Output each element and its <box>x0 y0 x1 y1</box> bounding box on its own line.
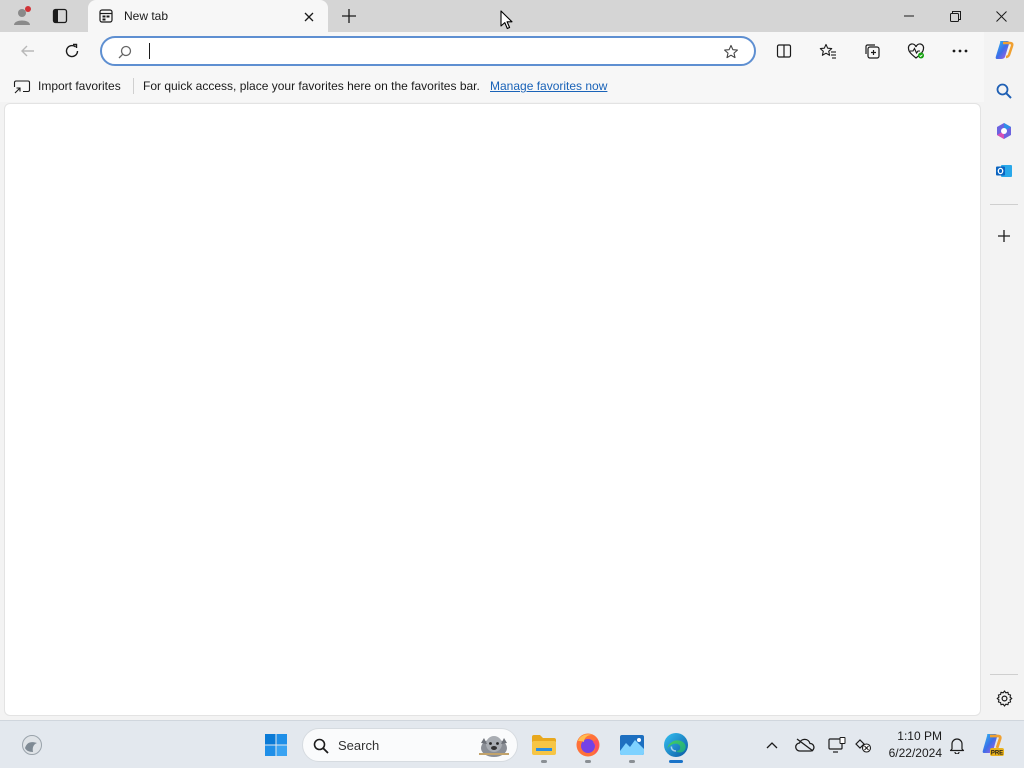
firefox-icon[interactable] <box>570 727 606 763</box>
collections-icon[interactable] <box>858 37 886 65</box>
taskbar-search-label: Search <box>338 738 380 753</box>
sidebar-search-icon[interactable] <box>990 77 1018 105</box>
photos-icon[interactable] <box>614 727 650 763</box>
browser-essentials-icon[interactable] <box>902 37 930 65</box>
import-favorites-icon[interactable] <box>12 77 32 95</box>
refresh-icon[interactable] <box>58 37 86 65</box>
manage-favorites-link[interactable]: Manage favorites now <box>490 79 607 93</box>
tab-close-icon[interactable] <box>300 8 318 26</box>
import-favorites-button[interactable]: Import favorites <box>38 79 121 93</box>
address-bar[interactable] <box>100 36 756 66</box>
mouse-cursor <box>500 10 514 30</box>
close-window-icon[interactable] <box>978 0 1024 32</box>
start-icon[interactable] <box>258 727 294 763</box>
taskbar-search-icon <box>312 737 330 755</box>
text-caret <box>149 43 150 59</box>
split-screen-icon[interactable] <box>770 37 798 65</box>
tab-new-tab[interactable]: New tab <box>88 0 328 32</box>
widgets-icon[interactable] <box>16 730 48 760</box>
favorites-bar: Import favorites For quick access, place… <box>0 70 984 102</box>
network-icon[interactable] <box>852 735 874 755</box>
new-tab-icon[interactable] <box>336 4 362 28</box>
office-icon[interactable] <box>990 117 1018 145</box>
back-icon[interactable] <box>14 37 42 65</box>
more-icon[interactable] <box>946 37 974 65</box>
favorites-bar-message: For quick access, place your favorites h… <box>143 79 480 93</box>
active-indicator <box>669 760 683 763</box>
file-explorer-icon[interactable] <box>526 727 562 763</box>
tray-chevron-icon[interactable] <box>762 735 782 755</box>
workspaces-icon[interactable] <box>46 4 74 28</box>
favorites-divider <box>133 78 134 94</box>
running-indicator <box>629 760 635 763</box>
page-content <box>4 103 981 716</box>
outlook-icon[interactable] <box>990 157 1018 185</box>
edge-icon[interactable] <box>658 727 694 763</box>
sidebar-divider <box>990 204 1018 205</box>
running-indicator <box>541 760 547 763</box>
browser-toolbar <box>0 32 984 70</box>
favorite-star-icon[interactable] <box>720 41 742 63</box>
address-input[interactable] <box>152 41 712 61</box>
tab-title: New tab <box>124 9 169 23</box>
taskbar: Search 1:10 PM 6/22/2024 PRE <box>0 720 1024 768</box>
settings-icon[interactable] <box>990 684 1018 712</box>
search-highlight-image <box>475 732 513 758</box>
profile-icon[interactable] <box>8 4 36 28</box>
clock-date[interactable]: 6/22/2024 <box>880 746 942 760</box>
favorites-icon[interactable] <box>814 37 842 65</box>
copilot-icon[interactable] <box>990 36 1018 64</box>
onedrive-icon[interactable] <box>794 735 816 755</box>
search-icon <box>116 43 134 61</box>
notifications-icon[interactable] <box>946 735 968 755</box>
clock-time[interactable]: 1:10 PM <box>880 729 942 743</box>
sidebar-divider <box>990 674 1018 675</box>
minimize-icon[interactable] <box>886 0 932 32</box>
tab-page-icon <box>98 8 114 24</box>
running-indicator <box>585 760 591 763</box>
restore-icon[interactable] <box>932 0 978 32</box>
add-icon[interactable] <box>990 222 1018 250</box>
edge-sidebar <box>984 32 1024 720</box>
taskbar-search[interactable]: Search <box>302 728 518 762</box>
svg-text:PRE: PRE <box>991 751 1003 757</box>
display-icon[interactable] <box>826 735 848 755</box>
copilot-pre-icon[interactable]: PRE <box>978 731 1006 759</box>
